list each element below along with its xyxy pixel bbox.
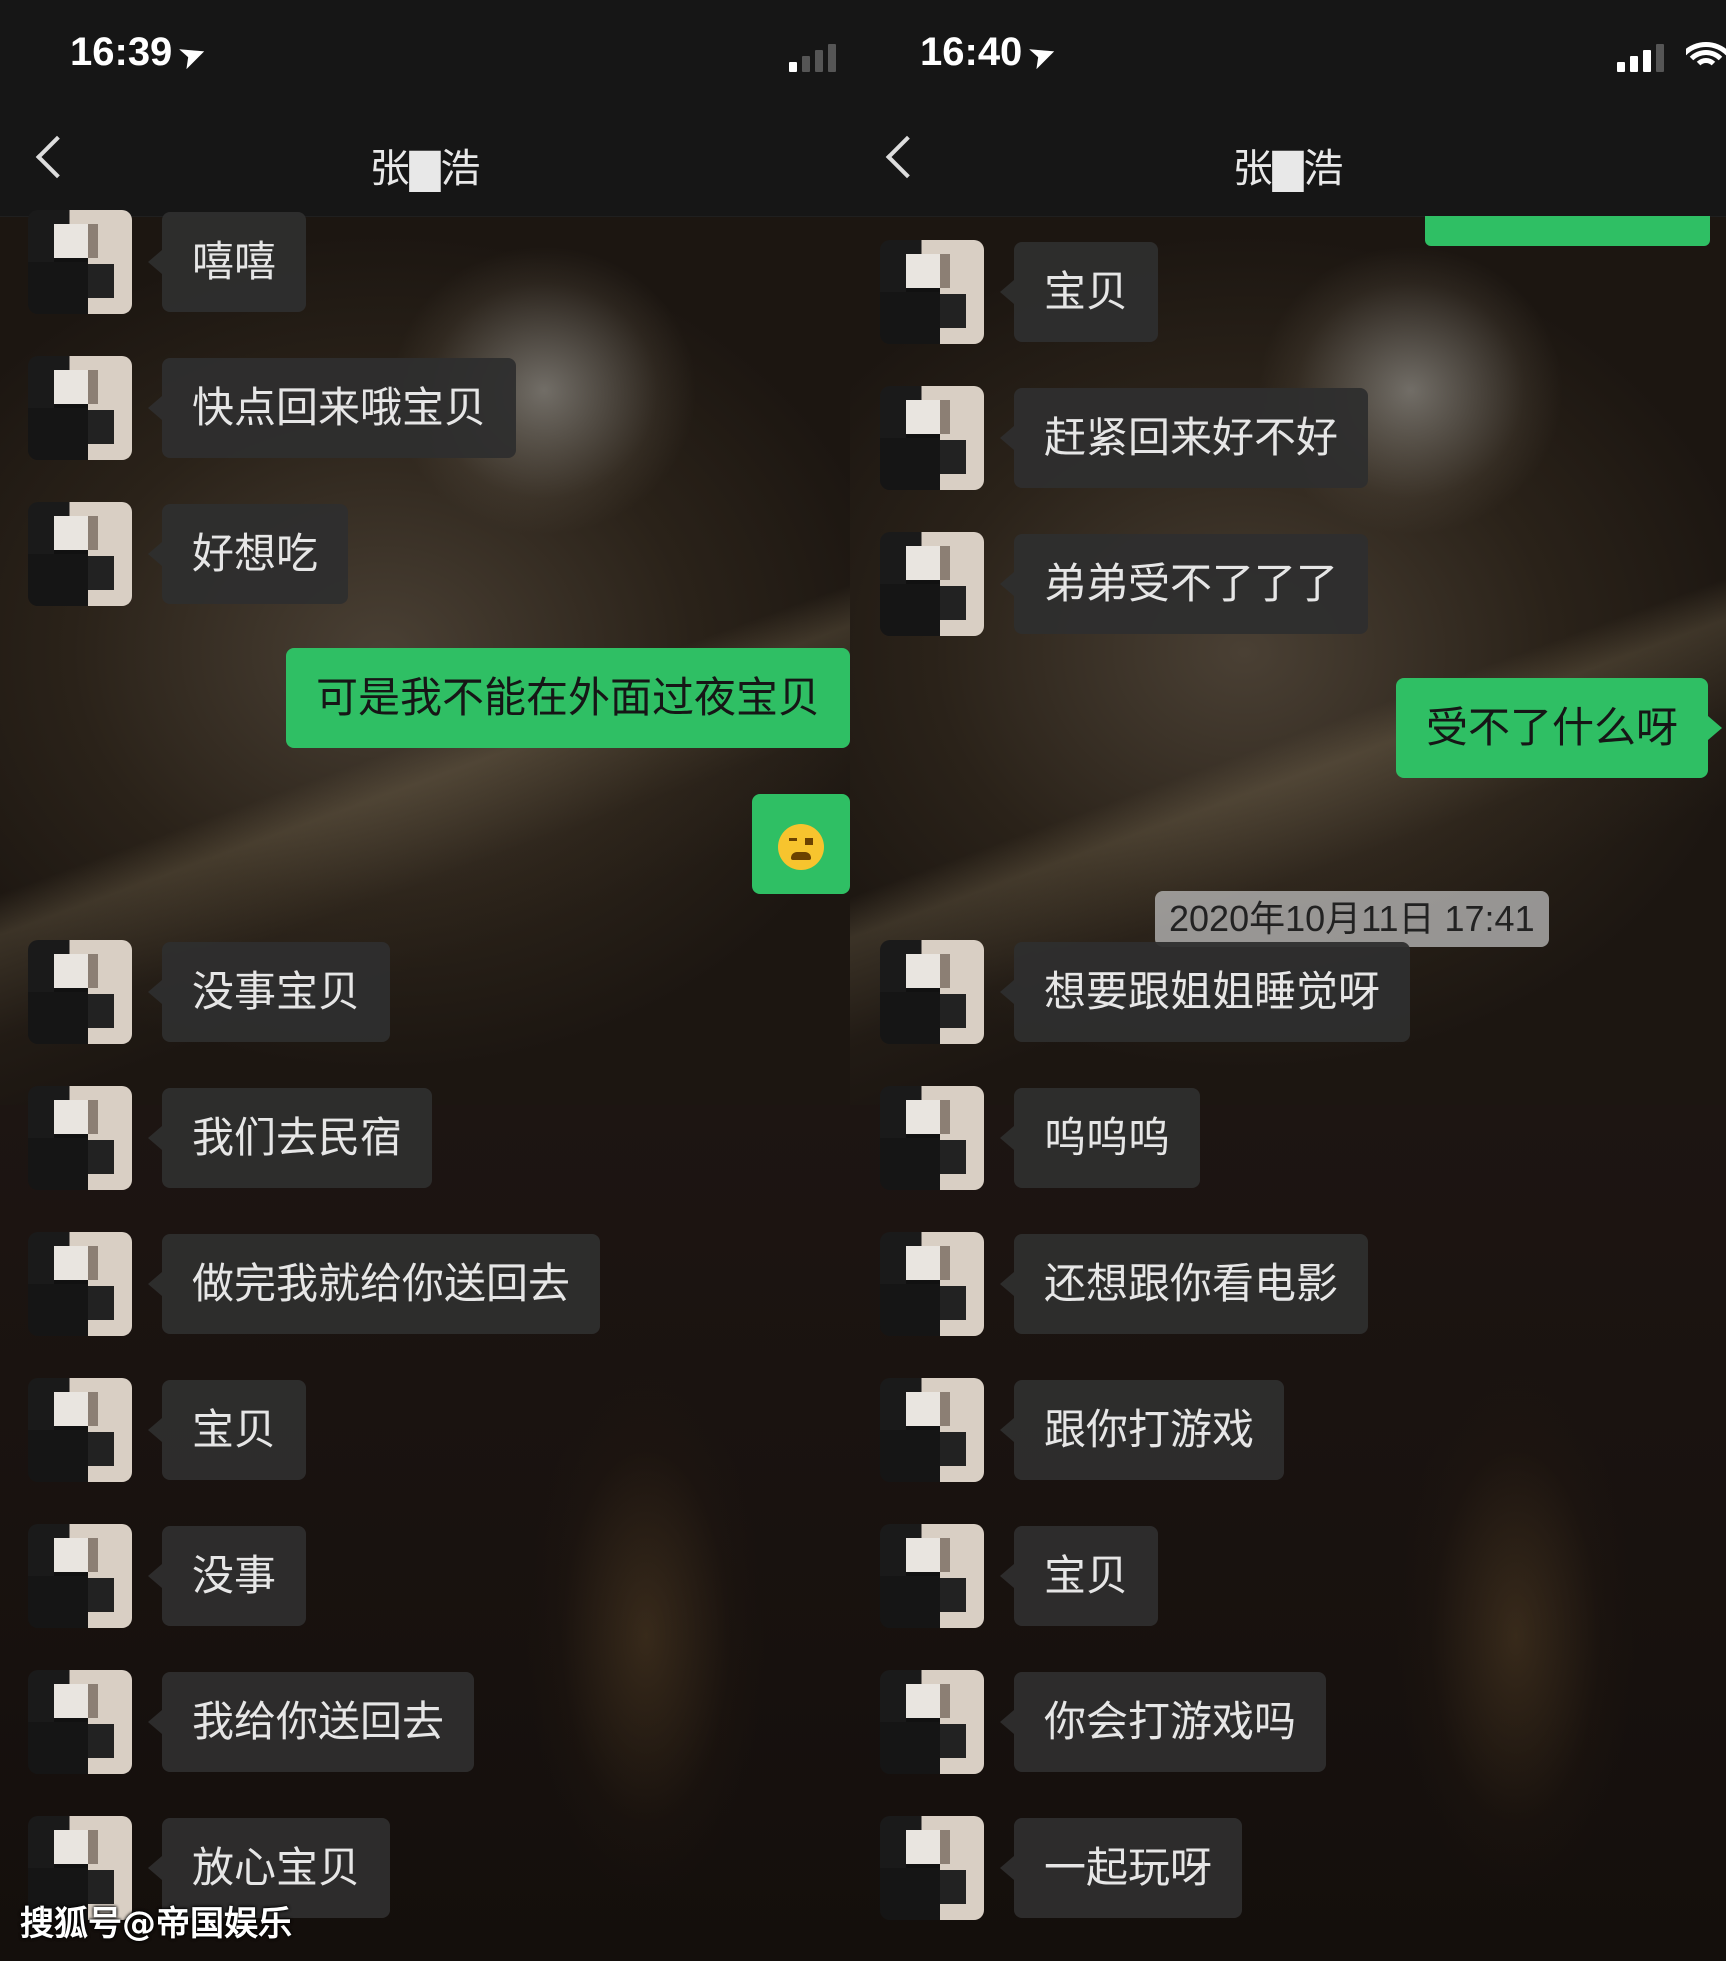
avatar[interactable] — [880, 532, 984, 636]
message-bubble[interactable]: 你会打游戏吗 — [999, 1672, 1327, 1772]
avatar[interactable] — [28, 210, 132, 314]
incoming-message: 你会打游戏吗 — [880, 1670, 1327, 1774]
message-bubble[interactable]: 跟你打游戏 — [999, 1380, 1285, 1480]
message-bubble[interactable]: 宝贝 — [147, 1380, 307, 1480]
chat-screen-right: 16:40 ➤ 张▇浩 2020年10月11日 17:41 宝贝 赶紧回来好不好 弟弟… — [850, 0, 1726, 1961]
chat-header: 张▇浩 — [850, 100, 1726, 217]
incoming-message: 没事 — [28, 1524, 307, 1628]
incoming-message: 宝贝 — [28, 1378, 307, 1482]
avatar[interactable] — [28, 356, 132, 460]
message-bubble[interactable]: 受不了什么呀 — [1395, 678, 1723, 778]
incoming-message: 一起玩呀 — [880, 1816, 1243, 1920]
avatar[interactable] — [880, 1524, 984, 1628]
message-bubble[interactable]: 做完我就给你送回去 — [147, 1234, 601, 1334]
incoming-message: 呜呜呜 — [880, 1086, 1201, 1190]
message-bubble[interactable]: 快点回来哦宝贝 — [147, 358, 517, 458]
message-bubble[interactable]: 一起玩呀 — [999, 1818, 1243, 1918]
chat-header: 张▇浩 — [0, 100, 850, 217]
avatar[interactable] — [880, 1816, 984, 1920]
incoming-message: 跟你打游戏 — [880, 1378, 1285, 1482]
incoming-message: 没事宝贝 — [28, 940, 391, 1044]
incoming-message: 宝贝 — [880, 1524, 1159, 1628]
message-bubble[interactable]: 宝贝 — [999, 242, 1159, 342]
message-bubble[interactable] — [752, 794, 850, 894]
message-bubble[interactable]: 嘻嘻 — [147, 212, 307, 312]
incoming-message: 宝贝 — [880, 240, 1159, 344]
status-time: 16:40 ➤ — [920, 30, 1060, 75]
avatar[interactable] — [28, 502, 132, 606]
previous-outgoing-bubble — [1425, 216, 1710, 246]
status-time-text: 16:40 — [920, 30, 1023, 74]
status-time-text: 16:39 — [70, 30, 173, 74]
chat-title: 张▇浩 — [369, 146, 481, 192]
incoming-message: 想要跟姐姐睡觉呀 — [880, 940, 1411, 1044]
message-bubble[interactable]: 弟弟受不了了了 — [999, 534, 1369, 634]
avatar[interactable] — [880, 940, 984, 1044]
message-bubble[interactable]: 还想跟你看电影 — [999, 1234, 1369, 1334]
status-bar: 16:39 ➤ — [0, 0, 850, 100]
message-bubble[interactable]: 好想吃 — [147, 504, 349, 604]
avatar[interactable] — [28, 940, 132, 1044]
avatar[interactable] — [28, 1086, 132, 1190]
avatar[interactable] — [28, 1524, 132, 1628]
avatar[interactable] — [880, 1670, 984, 1774]
location-arrow-icon: ➤ — [175, 35, 211, 76]
chat-title: 张▇浩 — [1232, 146, 1344, 192]
incoming-message: 我们去民宿 — [28, 1086, 433, 1190]
avatar[interactable] — [880, 1378, 984, 1482]
avatar[interactable] — [880, 386, 984, 490]
message-bubble[interactable]: 我们去民宿 — [147, 1088, 433, 1188]
incoming-message: 弟弟受不了了了 — [880, 532, 1369, 636]
outgoing-message: 可是我不能在外面过夜宝贝 — [285, 648, 850, 748]
wifi-icon — [1686, 38, 1726, 74]
chat-screen-left: 16:39 ➤ 张▇浩 嘻嘻 快点回来哦宝贝 好想吃 可是我不能在外面过夜宝贝 没事宝贝我… — [0, 0, 850, 1961]
incoming-message: 快点回来哦宝贝 — [28, 356, 517, 460]
watermark: 搜狐号@帝国娱乐 — [20, 1904, 292, 1944]
message-bubble[interactable]: 呜呜呜 — [999, 1088, 1201, 1188]
timestamp-divider: 2020年10月11日 17:41 — [1155, 891, 1549, 947]
location-arrow-icon: ➤ — [1025, 35, 1061, 76]
status-time: 16:39 ➤ — [70, 30, 210, 75]
incoming-message: 赶紧回来好不好 — [880, 386, 1369, 490]
avatar[interactable] — [28, 1378, 132, 1482]
incoming-message: 好想吃 — [28, 502, 349, 606]
status-bar: 16:40 ➤ — [850, 0, 1726, 100]
avatar[interactable] — [28, 1232, 132, 1336]
outgoing-message: 受不了什么呀 — [1395, 678, 1723, 778]
incoming-message: 我给你送回去 — [28, 1670, 475, 1774]
signal-icon — [1617, 42, 1664, 72]
message-bubble[interactable]: 可是我不能在外面过夜宝贝 — [285, 648, 850, 748]
incoming-message: 还想跟你看电影 — [880, 1232, 1369, 1336]
message-bubble[interactable]: 赶紧回来好不好 — [999, 388, 1369, 488]
signal-icon — [789, 42, 836, 72]
avatar[interactable] — [28, 1670, 132, 1774]
message-bubble[interactable]: 没事 — [147, 1526, 307, 1626]
outgoing-message — [752, 794, 850, 894]
screenshot-collage: 16:39 ➤ 张▇浩 嘻嘻 快点回来哦宝贝 好想吃 可是我不能在外面过夜宝贝 没事宝贝我… — [0, 0, 1726, 1961]
avatar[interactable] — [880, 240, 984, 344]
incoming-message: 嘻嘻 — [28, 210, 307, 314]
avatar[interactable] — [880, 1232, 984, 1336]
message-bubble[interactable]: 没事宝贝 — [147, 942, 391, 1042]
crying-laugh-emoji — [778, 823, 824, 870]
message-bubble[interactable]: 想要跟姐姐睡觉呀 — [999, 942, 1411, 1042]
message-bubble[interactable]: 宝贝 — [999, 1526, 1159, 1626]
avatar[interactable] — [880, 1086, 984, 1190]
message-bubble[interactable]: 我给你送回去 — [147, 1672, 475, 1772]
incoming-message: 做完我就给你送回去 — [28, 1232, 601, 1336]
